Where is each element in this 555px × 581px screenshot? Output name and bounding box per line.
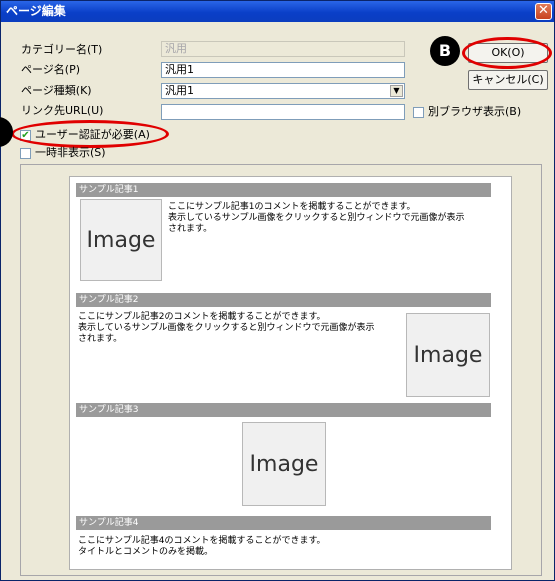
article-title: サンプル記事1 (76, 183, 491, 197)
chevron-down-icon[interactable]: ▼ (390, 85, 403, 97)
temp-hide-checkbox[interactable] (20, 148, 31, 159)
link-url-label: リンク先URL(U) (21, 104, 104, 117)
temp-hide-label: 一時非表示(S) (35, 146, 106, 159)
category-label: カテゴリー名(T) (21, 43, 103, 56)
page-name-field[interactable]: 汎用1 (161, 62, 405, 78)
page-type-selected: 汎用1 (165, 84, 194, 97)
close-button[interactable]: ✕ (535, 3, 552, 20)
window-title: ページ編集 (6, 4, 66, 18)
other-browser-label: 別ブラウザ表示(B) (428, 105, 522, 118)
callout-marker-partial (0, 117, 13, 147)
title-bar[interactable]: ページ編集 ✕ (1, 1, 554, 22)
article-comment: ここにサンプル記事4のコメントを掲載することができます。 タイトルとコメントのみ… (78, 536, 326, 557)
page-type-select[interactable]: 汎用1 ▼ (161, 83, 405, 99)
page-edit-dialog: ページ編集 ✕ カテゴリー名(T) ページ名(P) ページ種類(K) リンク先U… (0, 0, 555, 581)
article-title: サンプル記事3 (76, 403, 491, 417)
cancel-button[interactable]: キャンセル(C) (468, 70, 548, 90)
article-comment: ここにサンプル記事1のコメントを掲載することができます。 表示しているサンプル画… (168, 202, 465, 234)
callout-marker-b: B (430, 36, 460, 66)
highlight-ring-auth (11, 120, 169, 148)
article-image[interactable]: Image (242, 422, 326, 506)
link-url-field[interactable] (161, 104, 405, 120)
page-name-label: ページ名(P) (21, 63, 80, 76)
page-type-label: ページ種類(K) (21, 84, 92, 97)
article-title: サンプル記事2 (76, 293, 491, 307)
highlight-ring-ok (462, 37, 552, 69)
other-browser-checkbox[interactable] (413, 107, 424, 118)
article-image[interactable]: Image (406, 313, 490, 397)
article-title: サンプル記事4 (76, 516, 491, 530)
category-field: 汎用 (161, 41, 405, 57)
article-comment: ここにサンプル記事2のコメントを掲載することができます。 表示しているサンプル画… (78, 312, 375, 344)
article-image[interactable]: Image (80, 199, 162, 281)
